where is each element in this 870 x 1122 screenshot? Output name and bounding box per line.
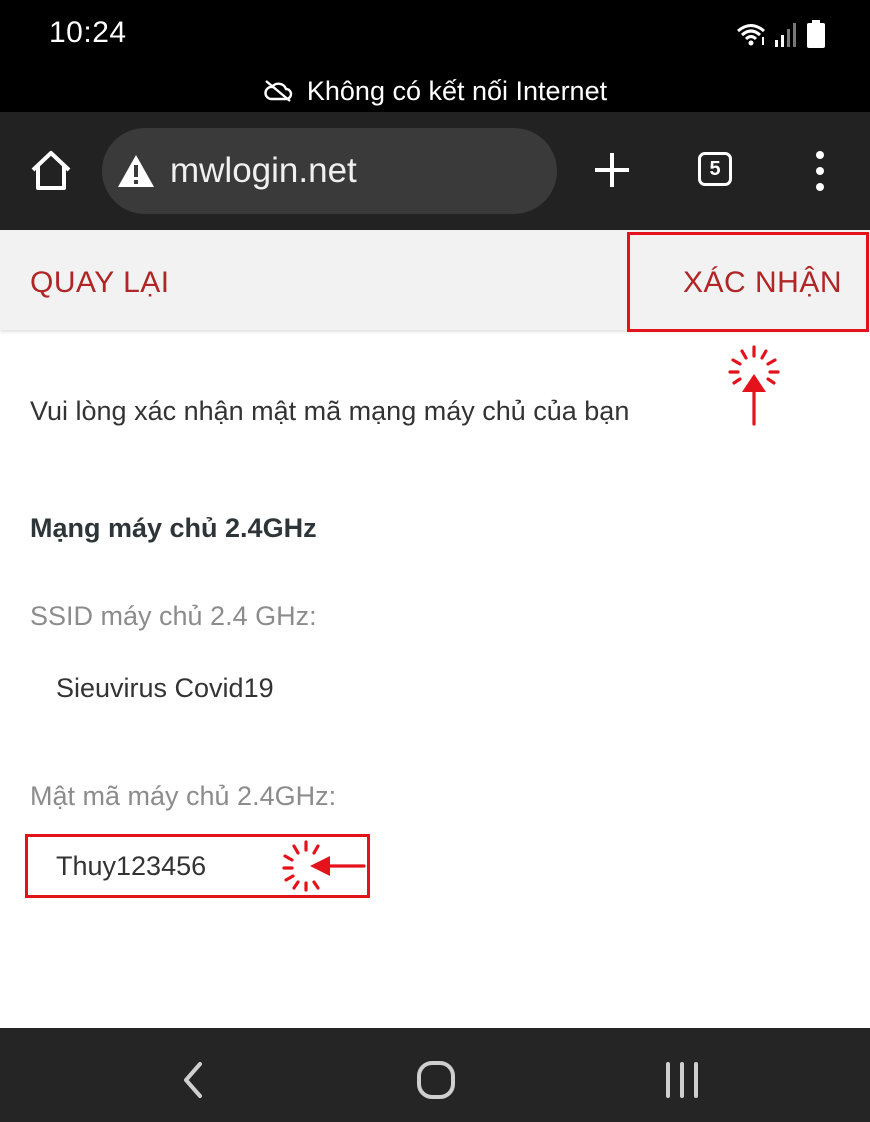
back-icon[interactable] <box>178 1060 208 1100</box>
offline-banner: Không có kết nối Internet <box>0 70 870 112</box>
instruction-text: Vui lòng xác nhận mật mã mạng máy chủ củ… <box>30 396 630 426</box>
more-vert-icon[interactable] <box>808 148 832 194</box>
status-time: 10:24 <box>49 16 127 49</box>
ssid-label: SSID máy chủ 2.4 GHz: <box>30 601 317 631</box>
warning-icon <box>118 155 154 187</box>
url-text: mwlogin.net <box>170 151 357 190</box>
navigation-bar <box>0 1028 870 1122</box>
tab-count: 5 <box>709 157 721 180</box>
password-value: Thuy123456 <box>56 851 207 881</box>
password-label: Mật mã máy chủ 2.4GHz: <box>30 781 337 811</box>
battery-icon <box>807 20 825 48</box>
offline-banner-text: Không có kết nối Internet <box>306 75 608 106</box>
home-icon[interactable] <box>28 148 74 194</box>
recents-icon[interactable] <box>662 1060 702 1100</box>
browser-toolbar: mwlogin.net 5 <box>0 112 870 230</box>
home-circle-icon[interactable] <box>416 1060 456 1100</box>
address-bar[interactable]: mwlogin.net <box>102 128 557 214</box>
back-button[interactable]: QUAY LẠI <box>30 266 170 300</box>
screen: 10:24 Không có kết nối Internet mwlogin.… <box>0 0 870 1122</box>
status-icons <box>736 20 826 48</box>
pointer-arrow-icon <box>282 840 366 892</box>
plus-icon[interactable] <box>592 150 632 190</box>
click-indicator-icon <box>728 345 780 426</box>
wifi-icon <box>737 24 765 46</box>
status-bar: 10:24 <box>0 0 870 70</box>
confirm-highlight-box <box>627 232 869 332</box>
cloud-off-icon <box>264 80 293 102</box>
signal-icon <box>775 23 796 47</box>
tabs-icon[interactable]: 5 <box>698 152 732 186</box>
section-title: Mạng máy chủ 2.4GHz <box>30 513 317 543</box>
ssid-value[interactable]: Sieuvirus Covid19 <box>56 673 274 704</box>
